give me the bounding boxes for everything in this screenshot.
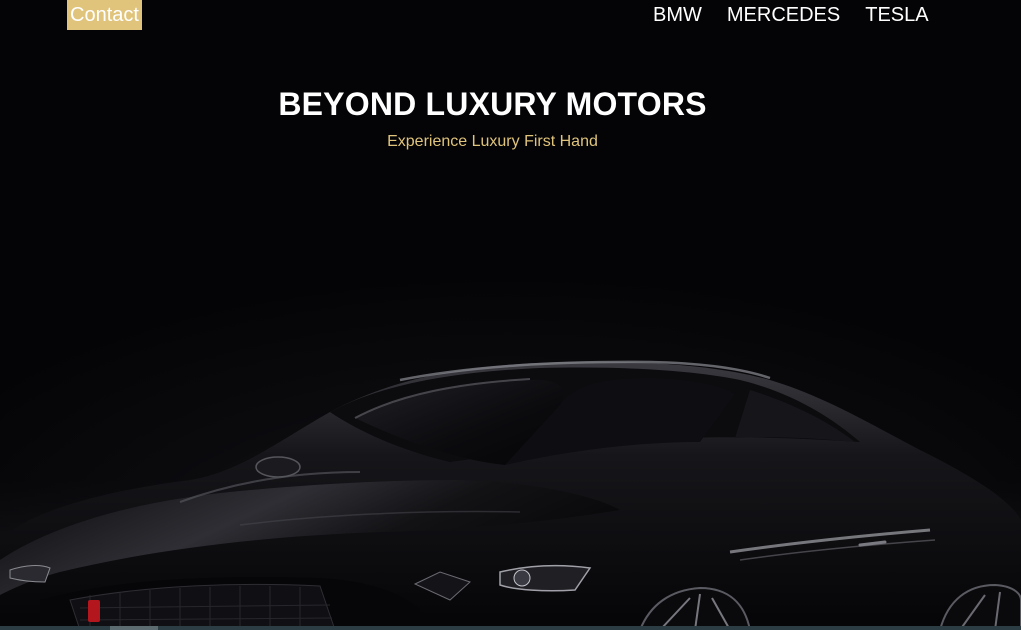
nav-link-bmw[interactable]: BMW	[640, 0, 714, 30]
contact-button[interactable]: Contact	[67, 0, 142, 30]
nav-link-mercedes[interactable]: MERCEDES	[714, 0, 852, 30]
bottom-strip-highlight	[110, 626, 158, 630]
page: Contact BMW MERCEDES TESLA BEYOND LUXURY…	[0, 0, 1021, 630]
hero-car-image	[0, 180, 1021, 630]
hero-title: BEYOND LUXURY MOTORS	[278, 86, 707, 122]
nav-link-tesla[interactable]: TESLA	[852, 0, 940, 30]
hero-tagline: Experience Luxury First Hand	[387, 133, 598, 150]
main-nav: BMW MERCEDES TESLA	[640, 0, 941, 30]
